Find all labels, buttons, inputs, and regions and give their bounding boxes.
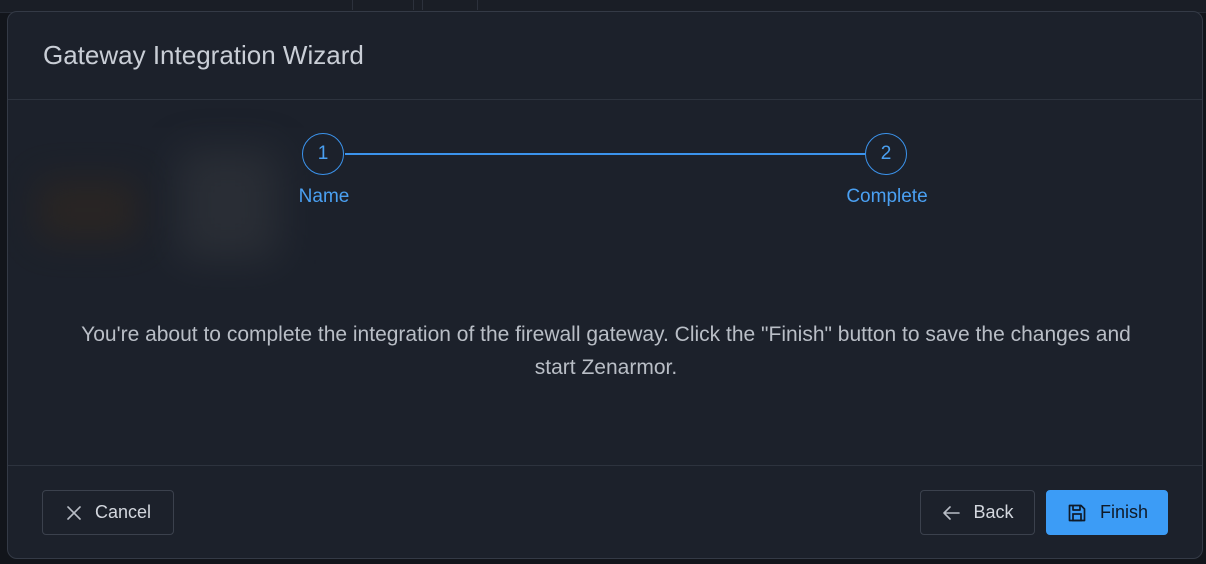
back-button[interactable]: Back — [920, 490, 1035, 535]
step-2-label: Complete — [846, 186, 928, 207]
finish-button[interactable]: Finish — [1046, 490, 1168, 535]
wizard-dialog: Gateway Integration Wizard 1 Name 2 Comp… — [7, 11, 1203, 559]
finish-button-label: Finish — [1099, 502, 1148, 522]
background-toolbar-cell — [352, 0, 414, 10]
stepper-connector-line — [345, 153, 865, 155]
blurred-background-shape — [38, 180, 138, 240]
completion-message: You're about to complete the integration… — [81, 323, 1131, 379]
save-icon — [1068, 504, 1086, 521]
dialog-header: Gateway Integration Wizard — [8, 12, 1202, 100]
dialog-title: Gateway Integration Wizard — [43, 40, 364, 70]
cancel-button[interactable]: Cancel — [42, 490, 174, 535]
arrow-left-icon — [943, 505, 961, 520]
step-1-number: 1 — [317, 143, 329, 164]
cancel-button-label: Cancel — [94, 502, 152, 522]
dialog-footer: Cancel Back Finish — [8, 466, 1202, 558]
dialog-body: 1 Name 2 Complete You're about to comple… — [8, 100, 1202, 466]
background-toolbar-cell — [422, 0, 478, 10]
step-1-circle: 1 — [302, 133, 344, 175]
close-icon — [67, 505, 81, 520]
step-2-circle: 2 — [865, 133, 907, 175]
back-button-label: Back — [973, 502, 1014, 522]
step-1-label: Name — [298, 186, 350, 207]
step-2-number: 2 — [880, 143, 892, 164]
